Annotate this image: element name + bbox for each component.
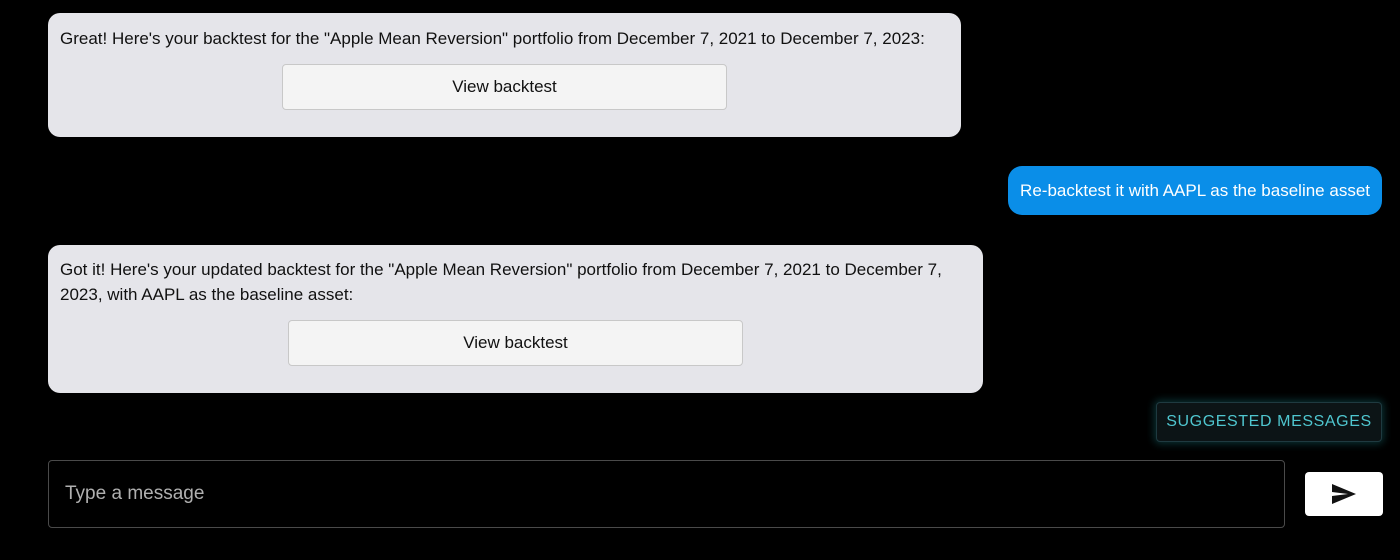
user-message: Re-backtest it with AAPL as the baseline… <box>1008 166 1382 215</box>
assistant-message: Got it! Here's your updated backtest for… <box>48 245 983 393</box>
assistant-message-text: Great! Here's your backtest for the "App… <box>60 29 925 48</box>
assistant-message-text: Got it! Here's your updated backtest for… <box>60 260 942 304</box>
message-composer <box>48 460 1285 528</box>
view-backtest-button[interactable]: View backtest <box>282 64 727 110</box>
send-icon <box>1332 484 1356 504</box>
message-input[interactable] <box>49 461 1284 527</box>
suggested-messages-button[interactable]: SUGGESTED MESSAGES <box>1156 402 1382 442</box>
send-button[interactable] <box>1305 472 1383 516</box>
assistant-message: Great! Here's your backtest for the "App… <box>48 13 961 137</box>
view-backtest-button[interactable]: View backtest <box>288 320 743 366</box>
